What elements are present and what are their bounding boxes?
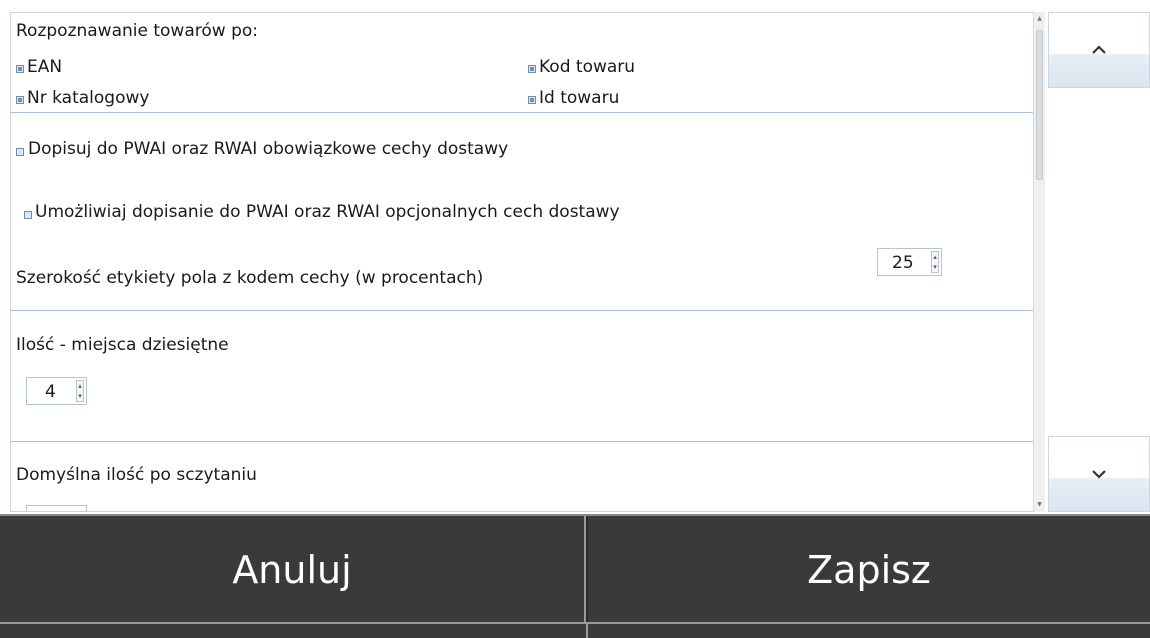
chevron-up-icon [1092, 45, 1106, 54]
ean-checkbox[interactable] [16, 65, 24, 73]
label-width-stepper-arrows[interactable]: ▴ ▾ [931, 251, 939, 273]
stepper-up-icon[interactable]: ▴ [77, 381, 83, 391]
stepper-up-icon[interactable]: ▴ [932, 252, 938, 262]
features-section: Dopisuj do PWAI oraz RWAI obowiązkowe ce… [11, 113, 1033, 311]
page-up-button[interactable] [1048, 12, 1150, 88]
optional-features-label[interactable]: Umożliwiaj dopisanie do PWAI oraz RWAI o… [35, 202, 620, 222]
stepper-down-icon[interactable]: ▾ [77, 391, 83, 401]
id-towaru-label[interactable]: Id towaru [539, 88, 619, 108]
label-width-label: Szerokość etykiety pola z kodem cechy (w… [16, 268, 484, 288]
default-quantity-section: Domyślna ilość po sczytaniu [11, 442, 1033, 511]
label-width-stepper[interactable]: 25 ▴ ▾ [877, 248, 942, 276]
scroll-down-arrow-icon[interactable]: ▼ [1034, 498, 1045, 512]
mandatory-features-checkbox[interactable] [16, 148, 24, 156]
ean-label[interactable]: EAN [27, 57, 62, 77]
id-towaru-checkbox[interactable] [528, 96, 536, 104]
recognition-title: Rozpoznawanie towarów po: [16, 21, 258, 41]
decimal-places-value[interactable]: 4 [45, 382, 56, 402]
nr-katalogowy-checkbox[interactable] [16, 96, 24, 104]
label-width-value[interactable]: 25 [892, 253, 914, 273]
kod-towaru-label[interactable]: Kod towaru [539, 57, 635, 77]
decimal-places-stepper[interactable]: 4 ▴ ▾ [26, 377, 87, 405]
settings-panel: Rozpoznawanie towarów po: EAN Kod towaru… [10, 12, 1033, 512]
default-quantity-stepper[interactable] [26, 505, 87, 511]
save-button[interactable]: Zapisz [588, 516, 1150, 624]
mandatory-features-label[interactable]: Dopisuj do PWAI oraz RWAI obowiązkowe ce… [28, 139, 508, 159]
recognition-section: Rozpoznawanie towarów po: EAN Kod towaru… [11, 13, 1033, 113]
cancel-button[interactable]: Anuluj [0, 516, 586, 624]
vertical-scrollbar[interactable]: ▲ ▼ [1033, 12, 1045, 512]
decimal-places-stepper-arrows[interactable]: ▴ ▾ [76, 380, 84, 402]
quantity-section: Ilość - miejsca dziesiętne 4 ▴ ▾ [11, 311, 1033, 442]
action-bar: Anuluj Zapisz [0, 514, 1150, 638]
default-quantity-label: Domyślna ilość po sczytaniu [16, 465, 257, 485]
chevron-down-icon [1092, 470, 1106, 479]
optional-features-checkbox[interactable] [24, 211, 32, 219]
scrollbar-thumb[interactable] [1036, 30, 1043, 180]
kod-towaru-checkbox[interactable] [528, 65, 536, 73]
nr-katalogowy-label[interactable]: Nr katalogowy [27, 88, 149, 108]
stepper-down-icon[interactable]: ▾ [932, 262, 938, 272]
scroll-up-arrow-icon[interactable]: ▲ [1034, 12, 1045, 26]
page-down-button[interactable] [1048, 436, 1150, 512]
decimal-places-label: Ilość - miejsca dziesiętne [16, 335, 229, 355]
